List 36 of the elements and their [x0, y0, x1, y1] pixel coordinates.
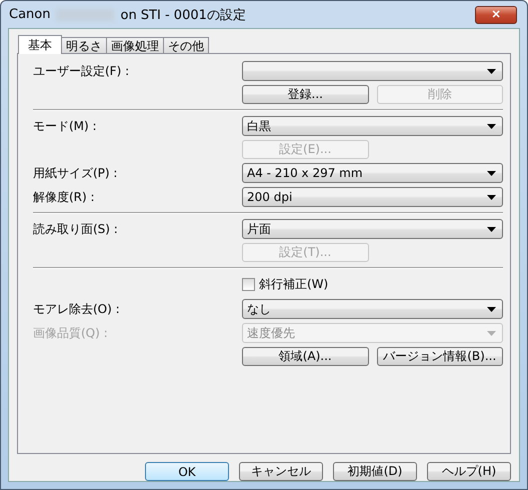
- dialog-button[interactable]: 初期値(D): [333, 462, 417, 481]
- dropdown[interactable]: [242, 61, 503, 81]
- checkbox[interactable]: [242, 278, 255, 291]
- caret-icon: [487, 194, 496, 200]
- window-title: Canon: [9, 7, 50, 22]
- dropdown[interactable]: 白黒: [242, 116, 503, 136]
- dropdown[interactable]: 200 dpi: [242, 187, 503, 207]
- field-label: 用紙サイズ(P) :: [33, 165, 118, 182]
- button[interactable]: 登録...: [242, 85, 368, 104]
- field-label: 読み取り面(S) :: [33, 221, 119, 238]
- tab[interactable]: 明るさ: [61, 37, 107, 54]
- caret-icon: [487, 306, 496, 312]
- dialog-button[interactable]: ヘルプ(H): [427, 462, 511, 481]
- caret-icon: [487, 226, 496, 232]
- field-label: ユーザー設定(F) :: [33, 63, 130, 80]
- checkbox-label: 斜行補正(W): [259, 276, 328, 293]
- field-label: 画像品質(Q) :: [33, 325, 109, 342]
- dropdown[interactable]: 片面: [242, 219, 503, 239]
- field-label: 解像度(R) :: [33, 189, 96, 206]
- caret-icon: [487, 124, 496, 128]
- tab[interactable]: 画像処理: [106, 37, 164, 54]
- dialog-button[interactable]: OK: [145, 462, 229, 481]
- caret-icon: [487, 170, 496, 176]
- tab[interactable]: その他: [163, 37, 209, 54]
- close-button[interactable]: ✕: [475, 6, 517, 24]
- caret-icon: [487, 330, 496, 336]
- caret-icon: [487, 68, 496, 74]
- dialog-button[interactable]: キャンセル: [239, 462, 323, 481]
- button[interactable]: バージョン情報(B)...: [376, 347, 503, 366]
- button[interactable]: 領域(A)...: [242, 347, 368, 366]
- dropdown[interactable]: なし: [242, 299, 503, 319]
- dropdown[interactable]: A4 - 210 x 297 mm: [242, 163, 503, 183]
- field-label: モアレ除去(O) :: [33, 301, 121, 318]
- window-title: on STI - 0001の設定: [120, 6, 246, 24]
- field-label: モード(M) :: [33, 118, 98, 135]
- tab[interactable]: 基本: [18, 35, 62, 54]
